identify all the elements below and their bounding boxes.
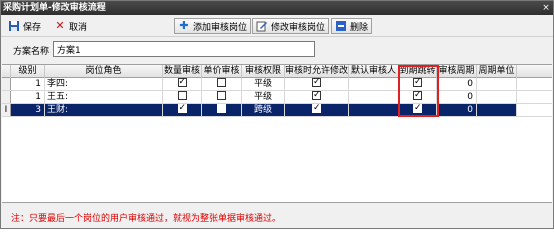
row-indicator[interactable]: I <box>2 104 11 116</box>
header-level[interactable]: 级别 <box>11 65 45 78</box>
cell-qty-review <box>163 78 202 90</box>
save-label: 保存 <box>23 22 42 33</box>
footer-note-text: 注：只要最后一个岗位的用户审核通过，就视为整张单据审核通过。 <box>11 214 282 224</box>
cell-allow-edit <box>285 104 349 116</box>
cell-allow-edit <box>285 91 349 103</box>
expiry-jump-checkbox[interactable] <box>413 104 422 114</box>
save-icon <box>8 20 20 32</box>
cell-review-cycle[interactable]: 0 <box>437 78 477 90</box>
header-expiry-jump[interactable]: 到期跳转 <box>399 65 437 78</box>
scheme-name-input[interactable] <box>53 41 315 57</box>
cell-qty-review <box>163 104 202 116</box>
cell-default-reviewer[interactable] <box>349 104 399 116</box>
delete-button[interactable]: 删除 <box>331 18 373 34</box>
cell-permission[interactable]: 跨级 <box>242 104 285 116</box>
allow-edit-checkbox[interactable] <box>312 104 321 114</box>
cell-permission[interactable]: 平级 <box>242 91 285 103</box>
cancel-label: 取消 <box>69 22 88 33</box>
cell-allow-edit <box>285 78 349 90</box>
expiry-jump-checkbox[interactable] <box>413 91 422 101</box>
header-review-cycle[interactable]: 审核周期 <box>437 65 477 78</box>
row-indicator[interactable] <box>2 91 11 103</box>
table-row-selected[interactable]: I 3 王财: 跨级 0 <box>2 104 552 117</box>
footer-note: 注：只要最后一个岗位的用户审核通过，就视为整张单据审核通过。 <box>1 205 553 228</box>
window-title: 采购计划单-修改审核流程 <box>3 3 106 13</box>
close-icon[interactable]: × <box>541 3 551 13</box>
header-role[interactable]: 岗位角色 <box>45 65 163 78</box>
edit-position-label: 修改审核岗位 <box>271 22 326 33</box>
qty-review-checkbox[interactable] <box>177 104 187 114</box>
edit-position-button[interactable]: 修改审核岗位 <box>252 18 330 34</box>
cell-review-cycle[interactable]: 0 <box>437 104 477 116</box>
expiry-jump-checkbox[interactable] <box>413 78 422 88</box>
cancel-x-icon: ✕ <box>55 19 65 32</box>
dialog-window: 采购计划单-修改审核流程 × 保存 ✕ 取消 ✚ 添加审核岗位 修改审核岗位 删… <box>0 0 554 229</box>
cell-price-review <box>202 78 242 90</box>
cell-level[interactable]: 3 <box>11 104 45 116</box>
cell-default-reviewer[interactable] <box>349 78 399 90</box>
cell-permission[interactable]: 平级 <box>242 78 285 90</box>
delete-label: 删除 <box>350 22 369 33</box>
cell-role[interactable]: 李四: <box>45 78 163 90</box>
header-indicator <box>2 65 11 78</box>
scheme-name-label: 方案名称 <box>13 47 50 57</box>
toolbar: 保存 ✕ 取消 ✚ 添加审核岗位 修改审核岗位 删除 <box>1 15 553 37</box>
header-qty-review[interactable]: 数量审核 <box>163 65 202 78</box>
header-allow-edit[interactable]: 审核时允许修改 <box>285 65 349 78</box>
price-review-checkbox[interactable] <box>217 78 226 87</box>
add-position-label: 添加审核岗位 <box>193 22 248 33</box>
table-row[interactable]: 1 李四: 平级 0 <box>2 78 552 91</box>
grid-header: 级别 岗位角色 数量审核 单价审核 审核权限 审核时允许修改 默认审核人 到期跳… <box>2 65 552 78</box>
approval-grid: 级别 岗位角色 数量审核 单价审核 审核权限 审核时允许修改 默认审核人 到期跳… <box>2 64 552 203</box>
header-cycle-unit[interactable]: 周期单位 <box>477 65 517 78</box>
header-price-review[interactable]: 单价审核 <box>202 65 242 78</box>
cancel-button[interactable]: ✕ 取消 <box>51 18 90 34</box>
header-default-reviewer[interactable]: 默认审核人 <box>349 65 399 78</box>
scheme-name-row: 方案名称 <box>1 37 553 63</box>
row-indicator[interactable] <box>2 78 11 90</box>
header-permission[interactable]: 审核权限 <box>242 65 285 78</box>
plus-icon: ✚ <box>179 19 189 32</box>
minus-icon <box>335 20 347 32</box>
cell-price-review <box>202 104 242 116</box>
allow-edit-checkbox[interactable] <box>312 78 321 88</box>
allow-edit-checkbox[interactable] <box>312 91 321 101</box>
save-button[interactable]: 保存 <box>5 18 44 34</box>
price-review-checkbox[interactable] <box>217 91 226 100</box>
cell-qty-review <box>163 91 202 103</box>
cell-cycle-unit[interactable] <box>477 78 517 90</box>
cell-cycle-unit[interactable] <box>477 104 517 116</box>
add-position-button[interactable]: ✚ 添加审核岗位 <box>174 18 252 34</box>
cell-level[interactable]: 1 <box>11 91 45 103</box>
qty-review-checkbox[interactable] <box>177 91 187 100</box>
price-review-checkbox[interactable] <box>217 104 226 113</box>
cell-role[interactable]: 王五: <box>45 91 163 103</box>
cell-default-reviewer[interactable] <box>349 91 399 103</box>
table-row[interactable]: 1 王五: 平级 0 <box>2 91 552 104</box>
cell-expiry-jump <box>399 78 437 90</box>
cell-review-cycle[interactable]: 0 <box>437 91 477 103</box>
edit-icon <box>256 20 268 32</box>
cell-level[interactable]: 1 <box>11 78 45 90</box>
cell-role[interactable]: 王财: <box>45 104 163 116</box>
qty-review-checkbox[interactable] <box>177 78 187 88</box>
cell-expiry-jump <box>399 91 437 103</box>
cell-cycle-unit[interactable] <box>477 91 517 103</box>
cell-expiry-jump <box>399 104 437 116</box>
title-bar: 采购计划单-修改审核流程 × <box>1 1 553 15</box>
cell-price-review <box>202 91 242 103</box>
